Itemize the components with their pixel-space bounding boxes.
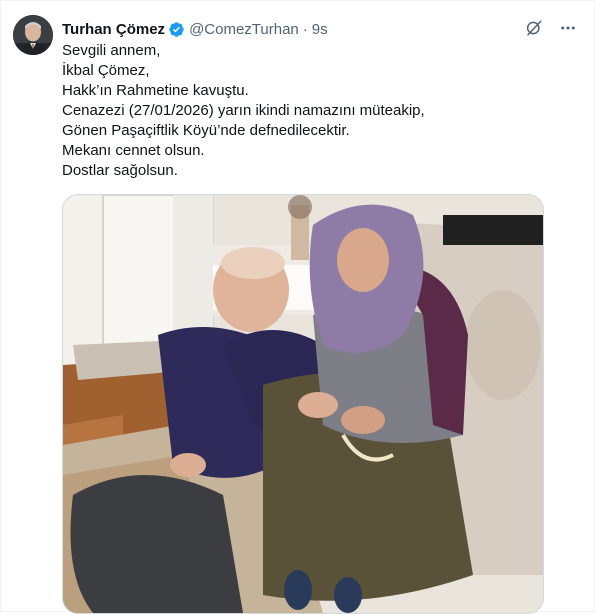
photo-illustration bbox=[63, 195, 543, 613]
tweet-text-line: Hakk’ın Rahmetine kavuştu. bbox=[62, 82, 249, 99]
author-handle[interactable]: @ComezTurhan bbox=[189, 21, 299, 38]
more-icon[interactable] bbox=[558, 18, 578, 38]
verified-badge-icon[interactable] bbox=[168, 21, 185, 38]
avatar[interactable] bbox=[13, 15, 53, 55]
tweet-text-line: Gönen Paşaçiftlik Köyü’nde defnedilecekt… bbox=[62, 122, 350, 139]
tweet-text-line: Dostlar sağolsun. bbox=[62, 162, 178, 179]
avatar-image bbox=[13, 15, 53, 55]
tweet-text-line: Sevgili annem, bbox=[62, 42, 161, 59]
tweet-header: Turhan Çömez @ComezTurhan · 9s bbox=[62, 18, 328, 40]
timestamp[interactable]: 9s bbox=[312, 21, 328, 38]
separator-dot: · bbox=[302, 20, 308, 38]
tweet-text-line: Cenazezi (27/01/2026) yarın ikindi namaz… bbox=[62, 102, 425, 119]
tweet: Turhan Çömez @ComezTurhan · 9s Sevgili a… bbox=[0, 0, 595, 614]
author-name[interactable]: Turhan Çömez bbox=[62, 21, 165, 38]
grok-icon[interactable] bbox=[524, 18, 544, 38]
tweet-photo[interactable] bbox=[62, 194, 544, 614]
tweet-text: Sevgili annem, İkbal Çömez, Hakk’ın Rahm… bbox=[62, 41, 562, 181]
tweet-text-line: Mekanı cennet olsun. bbox=[62, 142, 205, 159]
tweet-actions bbox=[524, 18, 578, 38]
tweet-text-line: İkbal Çömez, bbox=[62, 62, 150, 79]
